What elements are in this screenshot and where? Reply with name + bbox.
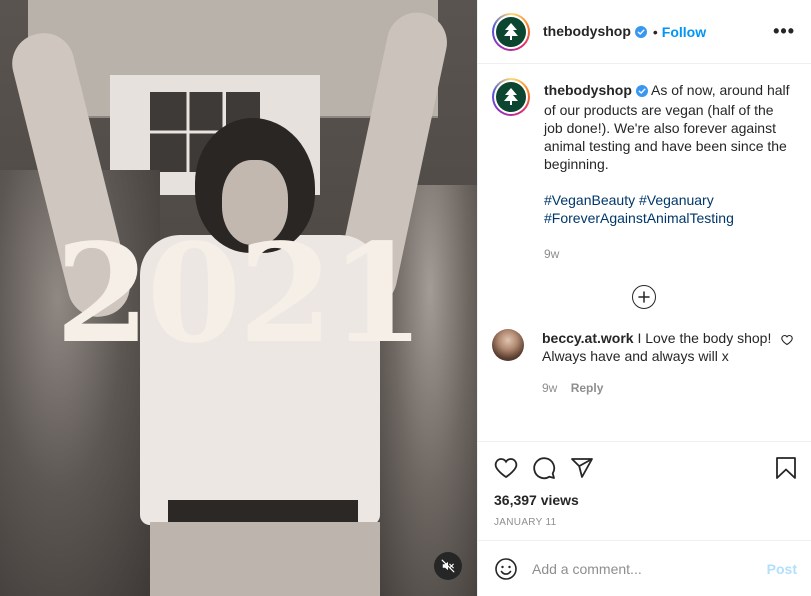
- comment-timestamp[interactable]: 9w: [542, 381, 557, 395]
- caption-avatar-ring-inner: [494, 80, 528, 114]
- caption-body: thebodyshop As of now, around half of ou…: [544, 78, 795, 263]
- brand-logo: [496, 16, 526, 47]
- commenter-avatar[interactable]: [492, 329, 524, 361]
- post-dialog: 2021 thebodyshop • Follow ••• thebodysho…: [0, 0, 811, 596]
- caption: thebodyshop As of now, around half of ou…: [492, 78, 795, 263]
- view-count[interactable]: 36,397 views: [494, 492, 797, 508]
- caption-username[interactable]: thebodyshop: [544, 82, 632, 98]
- bookmark-icon: [776, 457, 796, 479]
- comment-body: beccy.at.work I Love the body shop! Alwa…: [542, 329, 773, 397]
- verified-badge-icon: [634, 25, 647, 41]
- more-options-icon[interactable]: •••: [773, 21, 795, 42]
- heart-icon: [781, 334, 793, 346]
- post-comment-button[interactable]: Post: [767, 561, 797, 577]
- hashtag-link[interactable]: #VeganBeauty: [544, 192, 635, 208]
- post-details-panel: thebodyshop • Follow ••• thebodyshop As …: [477, 0, 811, 596]
- caption-brand-logo: [496, 82, 526, 112]
- video-overlay-year: 2021: [55, 214, 425, 374]
- load-more-comments: [492, 285, 795, 309]
- emoji-button[interactable]: [494, 557, 518, 581]
- post-actions: 36,397 views January 11: [478, 441, 811, 540]
- like-button[interactable]: [494, 456, 518, 480]
- comment-icon: [533, 457, 556, 480]
- comments-scroll-area[interactable]: thebodyshop As of now, around half of ou…: [478, 64, 811, 441]
- hashtag-link[interactable]: #ForeverAgainstAnimalTesting: [544, 210, 734, 226]
- verified-badge-icon: [635, 83, 648, 101]
- comment-meta: 9w Reply: [542, 379, 773, 397]
- reply-button[interactable]: Reply: [571, 381, 604, 395]
- header-separator: •: [652, 23, 658, 40]
- add-comment-bar: Post: [478, 540, 811, 596]
- header-username[interactable]: thebodyshop: [543, 23, 647, 41]
- load-more-icon[interactable]: [631, 285, 656, 309]
- caption-timestamp[interactable]: 9w: [544, 245, 795, 263]
- post-date[interactable]: January 11: [494, 517, 797, 540]
- share-button[interactable]: [570, 456, 594, 480]
- comment-input[interactable]: [532, 560, 767, 577]
- comment-username[interactable]: beccy.at.work: [542, 330, 634, 346]
- photo-belt: [168, 500, 358, 524]
- action-icons: [494, 452, 797, 484]
- volume-off-icon: [441, 559, 455, 573]
- share-icon: [571, 458, 593, 478]
- hashtag-link[interactable]: #Veganuary: [639, 192, 714, 208]
- follow-button[interactable]: Follow: [662, 24, 706, 40]
- tree-logo-icon: [504, 22, 518, 40]
- post-video[interactable]: 2021: [0, 0, 477, 596]
- save-button[interactable]: [775, 456, 797, 480]
- caption-avatar[interactable]: [492, 78, 530, 116]
- post-header: thebodyshop • Follow •••: [478, 0, 811, 64]
- comment-like-button[interactable]: [781, 329, 795, 397]
- comment-button[interactable]: [532, 456, 556, 480]
- emoji-icon: [495, 557, 517, 580]
- photo-skirt: [150, 522, 380, 596]
- heart-icon: [494, 458, 518, 479]
- caption-hashtags: #VeganBeauty #Veganuary #ForeverAgainstA…: [544, 191, 795, 227]
- avatar-ring-inner: [494, 14, 528, 49]
- header-username-text[interactable]: thebodyshop: [543, 23, 631, 39]
- tree-logo-icon: [504, 88, 518, 105]
- comment-item: beccy.at.work I Love the body shop! Alwa…: [492, 329, 795, 397]
- profile-avatar[interactable]: [492, 12, 530, 51]
- mute-button[interactable]: [434, 552, 462, 580]
